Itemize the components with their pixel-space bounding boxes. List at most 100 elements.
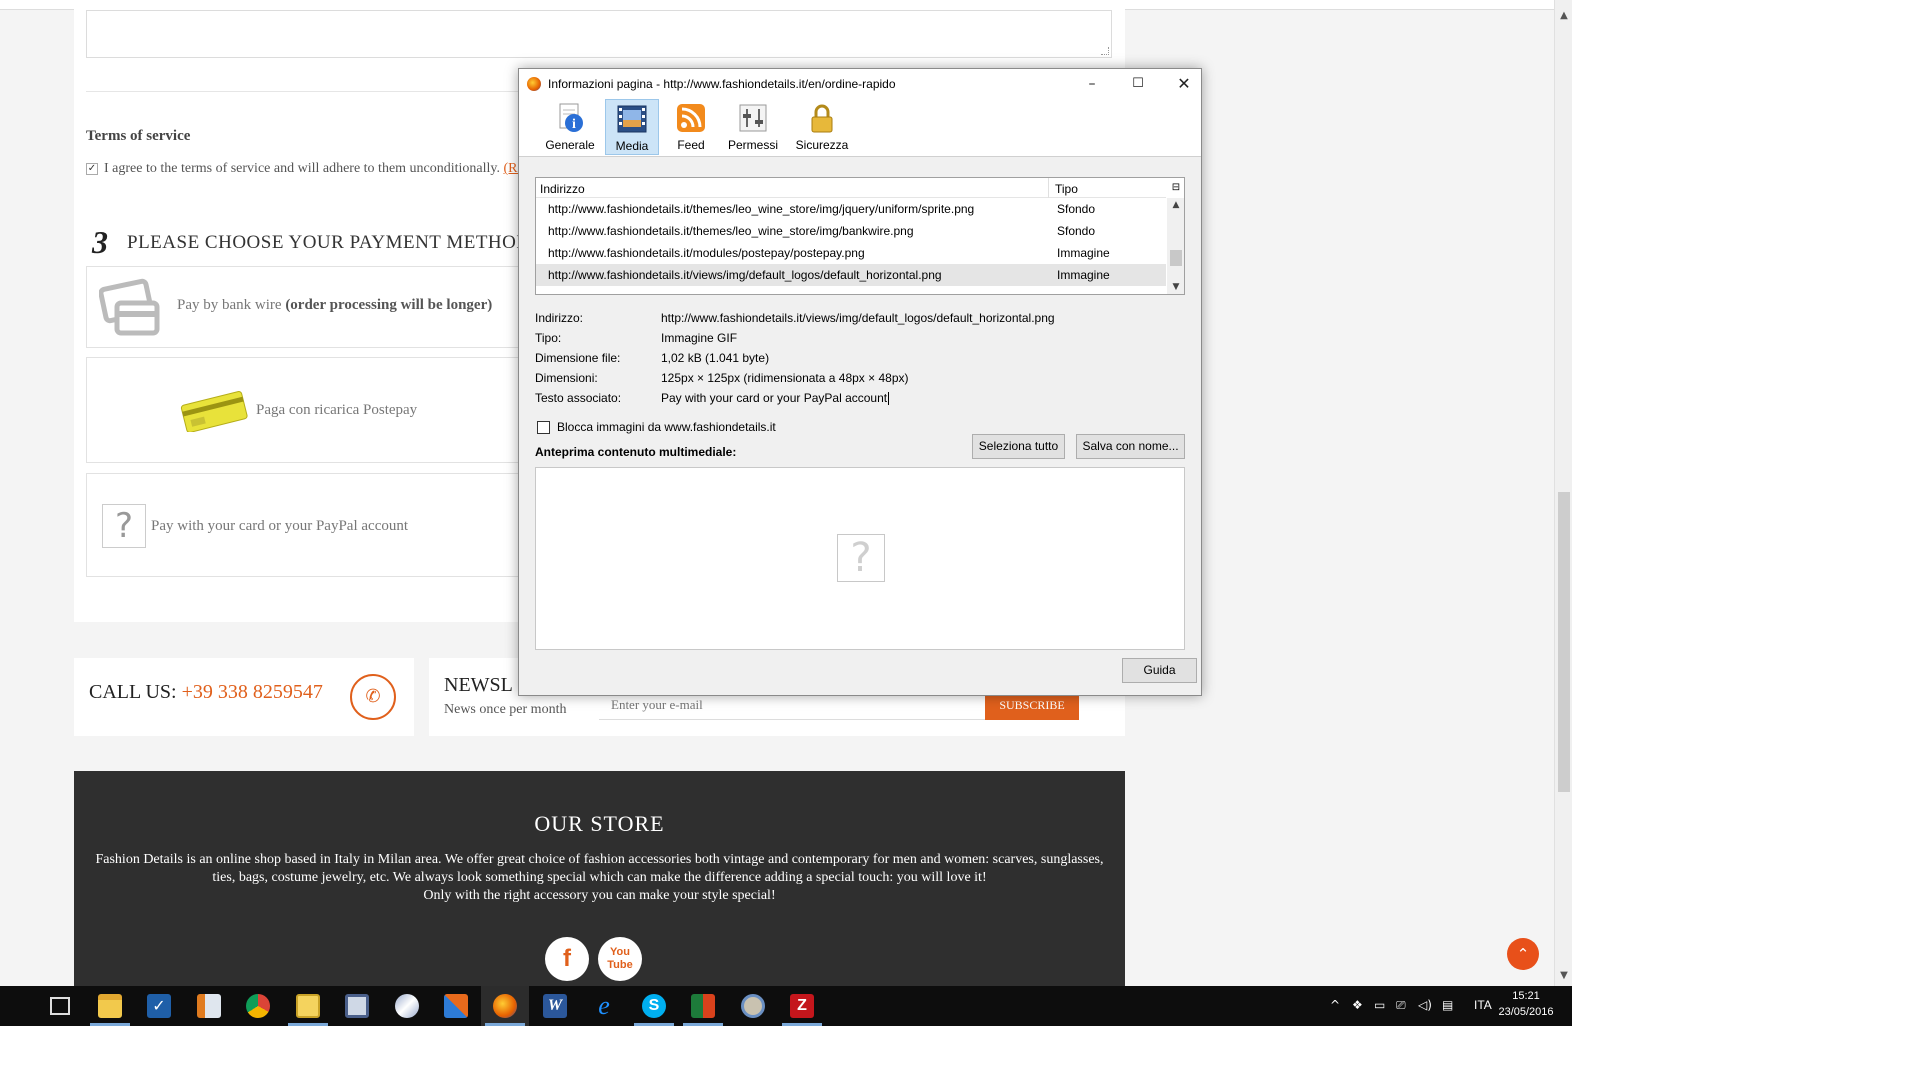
alt-text-field[interactable]: Pay with your card or your PayPal accoun… — [661, 391, 890, 406]
tab-feed[interactable]: Feed — [666, 99, 716, 155]
missing-image-icon: ? — [837, 534, 885, 582]
word-icon[interactable]: W — [543, 994, 567, 1018]
chrome-icon[interactable] — [246, 994, 270, 1018]
remote-desktop-icon[interactable] — [345, 994, 369, 1018]
back-to-top-icon[interactable]: ⌃ — [1507, 938, 1539, 970]
scroll-down-icon[interactable]: ▼ — [1555, 970, 1572, 981]
dimensions-label: Dimensioni: — [535, 371, 598, 385]
dimensions-value: 125px × 125px (ridimensionata a 48px × 4… — [661, 371, 909, 385]
show-hidden-icons-icon[interactable]: ^ — [1330, 998, 1340, 1012]
list-item[interactable]: http://www.fashiondetails.it/themes/leo_… — [536, 220, 1166, 242]
list-item-type: Immagine — [1057, 268, 1110, 282]
store-text-line-1: Fashion Details is an online shop based … — [95, 852, 1104, 867]
list-scroll-up-icon[interactable]: ▲ — [1167, 200, 1184, 210]
media-player-icon[interactable] — [197, 994, 221, 1018]
media-icon — [617, 105, 647, 133]
office-app-icon[interactable] — [691, 994, 715, 1018]
save-as-button[interactable]: Salva con nome... — [1076, 434, 1185, 459]
newsletter-subtitle: News once per month — [444, 702, 567, 717]
list-item-selected[interactable]: http://www.fashiondetails.it/views/img/d… — [536, 264, 1166, 286]
comment-textarea[interactable] — [86, 10, 1112, 58]
bankwire-label-text: Pay by bank wire — [177, 297, 282, 313]
permissions-icon — [739, 104, 767, 132]
tab-media[interactable]: Media — [605, 99, 659, 155]
action-center-icon[interactable]: ▤ — [1442, 998, 1453, 1012]
payment-option-paypal[interactable]: ? Pay with your card or your PayPal acco… — [86, 473, 526, 577]
rss-feed-icon — [677, 104, 705, 132]
list-scrollbar[interactable]: ▲ ▼ — [1167, 198, 1184, 294]
column-header-address[interactable]: Indirizzo — [540, 182, 585, 196]
internet-explorer-icon[interactable]: e — [592, 993, 616, 1019]
list-item-address: http://www.fashiondetails.it/themes/leo_… — [548, 202, 975, 216]
store-description: Fashion Details is an online shop based … — [94, 851, 1105, 905]
resize-grip-icon[interactable] — [1101, 47, 1109, 55]
phone-icon[interactable]: ✆ — [350, 674, 396, 720]
list-item[interactable]: http://www.fashiondetails.it/themes/leo_… — [536, 198, 1166, 220]
sticky-notes-icon[interactable] — [296, 994, 320, 1018]
info-icon: i — [559, 103, 583, 132]
page-scrollbar[interactable]: ▲ ▼ — [1554, 0, 1572, 986]
column-header-type[interactable]: Tipo — [1055, 182, 1078, 196]
payment-option-postepay[interactable]: Paga con ricarica Postepay — [86, 357, 526, 463]
block-images-checkbox[interactable] — [537, 421, 550, 434]
volume-icon[interactable]: ◁) — [1418, 998, 1432, 1012]
clock-date[interactable]: 23/05/2016 — [1494, 1006, 1558, 1018]
dialog-titlebar[interactable]: Informazioni pagina - http://www.fashion… — [519, 69, 1201, 99]
page-scroll-thumb[interactable] — [1558, 492, 1570, 792]
tab-permessi[interactable]: Permessi — [723, 99, 783, 155]
column-separator[interactable] — [1048, 178, 1049, 198]
step-title: PLEASE CHOOSE YOUR PAYMENT METHOD — [127, 232, 531, 253]
paypal-label: Pay with your card or your PayPal accoun… — [151, 518, 409, 534]
task-view-icon[interactable] — [50, 997, 70, 1015]
media-list[interactable]: Indirizzo Tipo ⊟ http://www.fashiondetai… — [535, 177, 1185, 295]
maximize-icon[interactable]: ☐ — [1123, 72, 1153, 96]
paint-icon[interactable] — [741, 994, 765, 1018]
running-indicator — [782, 1023, 822, 1026]
taskbar: ✓ W e S Z ^ ❖ ▭ ⎚ ◁) ▤ ITA 15:21 23/05/2… — [0, 986, 1572, 1026]
firefox-taskbar-icon[interactable] — [493, 994, 517, 1018]
payment-option-bankwire[interactable]: Pay by bank wire (order processing will … — [86, 266, 526, 348]
type-value: Immagine GIF — [661, 331, 738, 345]
youtube-icon[interactable]: You Tube — [598, 937, 642, 981]
dropbox-icon[interactable]: ❖ — [1352, 998, 1363, 1012]
minimize-icon[interactable]: – — [1077, 72, 1107, 96]
block-images-label[interactable]: Blocca immagini da www.fashiondetails.it — [557, 420, 776, 434]
list-item-address: http://www.fashiondetails.it/views/img/d… — [548, 268, 942, 282]
column-picker-icon[interactable]: ⊟ — [1167, 178, 1184, 198]
scroll-up-icon[interactable]: ▲ — [1555, 10, 1572, 21]
step-number: 3 — [92, 224, 108, 260]
select-all-button[interactable]: Seleziona tutto — [972, 434, 1065, 459]
store-text-line-3: Only with the right accessory you can ma… — [423, 888, 776, 903]
tasks-app-icon[interactable]: ✓ — [147, 994, 171, 1018]
firefox-icon — [527, 77, 541, 91]
list-scroll-thumb[interactable] — [1170, 250, 1182, 266]
help-button[interactable]: Guida — [1122, 658, 1197, 683]
filezilla-icon[interactable]: Z — [790, 994, 814, 1018]
utility-icon[interactable] — [444, 994, 468, 1018]
list-item-type: Sfondo — [1057, 224, 1096, 238]
file-explorer-icon[interactable] — [98, 994, 122, 1018]
youtube-text-2: Tube — [607, 959, 633, 971]
list-item[interactable]: http://www.fashiondetails.it/modules/pos… — [536, 242, 1166, 264]
tab-generale[interactable]: i Generale — [543, 99, 597, 155]
power-icon[interactable]: ▭ — [1374, 998, 1385, 1012]
type-label: Tipo: — [535, 331, 562, 345]
network-icon[interactable]: ⎚ — [1396, 998, 1406, 1013]
credit-card-icon — [99, 278, 160, 336]
clock-time[interactable]: 15:21 — [1506, 990, 1546, 1002]
call-us-number[interactable]: +39 338 8259547 — [182, 681, 323, 703]
address-label: Indirizzo: — [535, 311, 584, 325]
facebook-icon[interactable]: f — [545, 937, 589, 981]
skype-icon[interactable]: S — [642, 994, 666, 1018]
list-scroll-down-icon[interactable]: ▼ — [1167, 282, 1184, 292]
close-icon[interactable]: ✕ — [1169, 72, 1199, 96]
dialog-title: Informazioni pagina - http://www.fashion… — [548, 77, 896, 91]
running-indicator — [485, 1023, 525, 1026]
file-size-label: Dimensione file: — [535, 351, 621, 365]
call-us-box: CALL US: +39 338 8259547 ✆ — [74, 658, 414, 736]
text-caret — [888, 392, 890, 406]
terms-checkbox[interactable]: ✓ — [86, 163, 98, 175]
tab-sicurezza[interactable]: Sicurezza — [789, 99, 855, 155]
language-indicator[interactable]: ITA — [1474, 998, 1492, 1012]
snipping-tool-icon[interactable] — [395, 994, 419, 1018]
